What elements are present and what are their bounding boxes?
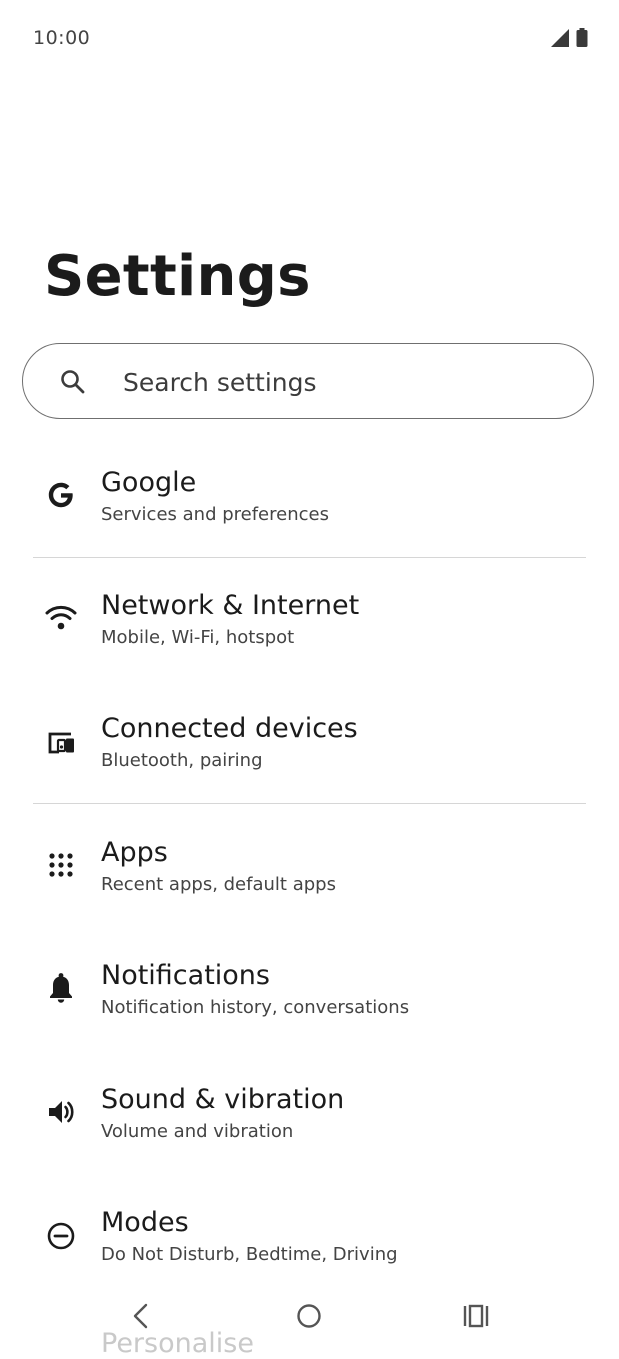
connected-devices-icon (44, 726, 78, 760)
settings-item-connected-devices[interactable]: Connected devices Bluetooth, pairing (0, 686, 619, 796)
status-icons (551, 28, 588, 47)
item-title: Sound & vibration (101, 1084, 345, 1115)
settings-item-notifications[interactable]: Notifications Notification history, conv… (0, 933, 619, 1043)
google-icon (44, 478, 78, 512)
speaker-icon (44, 1095, 78, 1129)
item-subtitle: Mobile, Wi-Fi, hotspot (101, 627, 295, 648)
signal-icon (551, 29, 569, 47)
settings-item-google[interactable]: Google Services and preferences (0, 440, 619, 550)
settings-item-sound[interactable]: Sound & vibration Volume and vibration (0, 1057, 619, 1167)
item-subtitle: Services and preferences (101, 504, 329, 525)
recents-icon[interactable] (460, 1300, 492, 1332)
divider (33, 803, 586, 804)
item-title: Connected devices (101, 713, 358, 744)
item-subtitle: Recent apps, default apps (101, 874, 336, 895)
item-subtitle: Notification history, conversations (101, 997, 410, 1018)
search-input[interactable]: Search settings (22, 343, 594, 419)
item-subtitle: Bluetooth, pairing (101, 750, 263, 771)
battery-icon (576, 28, 588, 47)
settings-item-network[interactable]: Network & Internet Mobile, Wi-Fi, hotspo… (0, 563, 619, 673)
settings-item-apps[interactable]: Apps Recent apps, default apps (0, 810, 619, 920)
item-subtitle: Volume and vibration (101, 1121, 294, 1142)
settings-item-modes[interactable]: Modes Do Not Disturb, Bedtime, Driving (0, 1180, 619, 1290)
page-title: Settings (44, 244, 311, 309)
item-title: Notifications (101, 960, 270, 991)
status-time: 10:00 (33, 27, 91, 49)
apps-grid-icon (44, 848, 78, 882)
item-title: Google (101, 467, 197, 498)
divider (33, 557, 586, 558)
do-not-disturb-icon (44, 1219, 78, 1253)
item-subtitle: Do Not Disturb, Bedtime, Driving (101, 1244, 398, 1265)
navigation-bar (0, 1290, 619, 1342)
search-icon (61, 370, 85, 394)
item-title: Apps (101, 837, 168, 868)
bell-icon (44, 971, 78, 1005)
home-icon[interactable] (293, 1300, 325, 1332)
item-title: Network & Internet (101, 590, 360, 621)
item-title: Modes (101, 1207, 189, 1238)
wifi-icon (44, 601, 78, 635)
search-placeholder: Search settings (123, 368, 317, 397)
back-icon[interactable] (126, 1300, 158, 1332)
status-bar: 10:00 (0, 0, 619, 76)
